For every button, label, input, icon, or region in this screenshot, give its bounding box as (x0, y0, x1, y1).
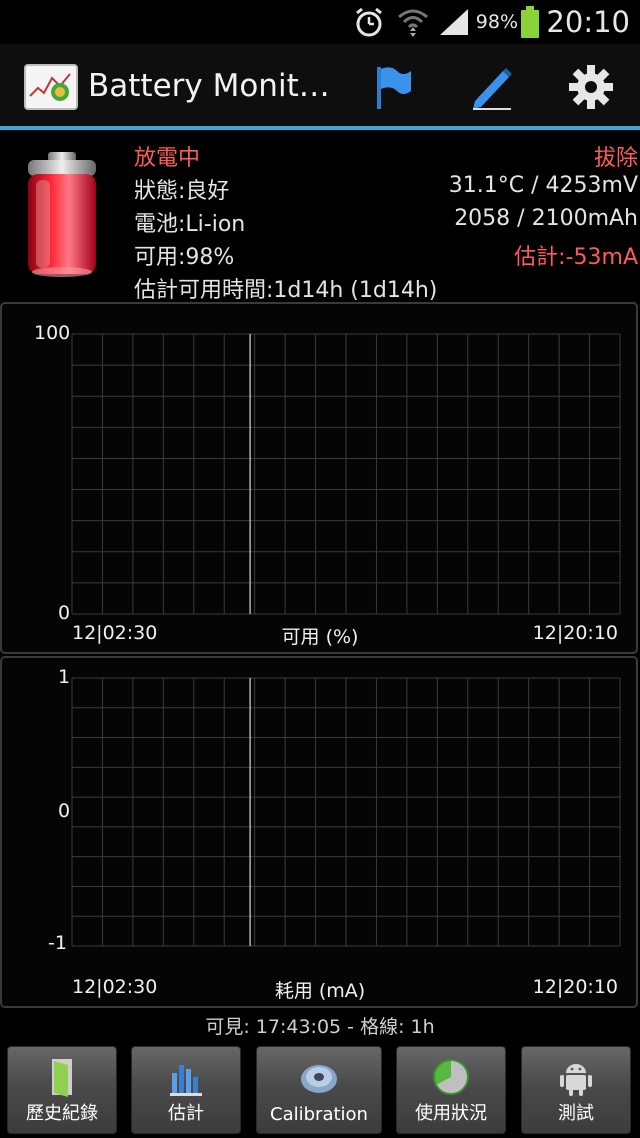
battery-info: 放電中 拔除 狀態:良好 31.1°C / 4253mV 電池:Li-ion 2… (0, 134, 640, 303)
usage-button[interactable]: 使用狀況 (396, 1046, 506, 1134)
temp-voltage: 31.1°C / 4253mV (448, 173, 638, 198)
app-logo-icon[interactable] (24, 64, 78, 110)
action-bar-divider (0, 126, 640, 130)
flag-icon (377, 67, 411, 109)
usage-pie-icon (433, 1059, 469, 1095)
available-chart (71, 333, 621, 615)
signal-icon (438, 0, 470, 44)
estimate-label: 估計 (168, 1103, 204, 1124)
test-label: 測試 (558, 1103, 594, 1124)
health-status: 狀態:良好 (134, 179, 230, 204)
history-button[interactable]: 歷史紀錄 (7, 1046, 117, 1134)
remaining-time: 估計可用時間:1d14h (1d14h) (134, 278, 438, 303)
estimate-current: 估計:-53mA (514, 245, 638, 270)
gear-icon (569, 65, 613, 109)
battery-large-icon (24, 152, 100, 280)
pen-icon (473, 68, 512, 110)
usage-label: 使用狀況 (415, 1103, 487, 1124)
chart2-y-mid-label: 0 (58, 800, 71, 822)
usage-chart (71, 677, 621, 947)
history-label: 歷史紀錄 (26, 1103, 98, 1124)
chart2-y-max-label: 1 (58, 666, 71, 688)
capacity: 2058 / 2100mAh (454, 206, 638, 231)
bottom-toolbar: 歷史紀錄 估計 Calibration 使用狀況 測試 (0, 1044, 640, 1138)
chart1-y-max-label: 100 (34, 322, 71, 344)
plug-state: 拔除 (593, 146, 638, 171)
battery-icon (520, 0, 540, 44)
estimate-button[interactable]: 估計 (131, 1046, 241, 1134)
door-icon (52, 1059, 72, 1097)
calibration-label: Calibration (270, 1104, 368, 1125)
available-percent: 可用:98% (134, 245, 235, 270)
app-title: Battery Monit… (88, 68, 330, 104)
calibration-button[interactable]: Calibration (256, 1046, 382, 1134)
flag-button[interactable] (364, 60, 418, 114)
settings-button[interactable] (564, 60, 618, 114)
test-button[interactable]: 測試 (521, 1046, 631, 1134)
chart2-x-end-label: 12|20:10 (532, 976, 618, 998)
available-chart-panel[interactable]: 100 0 12|02:30 可用 (%) 12|20:10 (0, 302, 638, 654)
wifi-icon (396, 0, 430, 44)
chart1-y-min-label: 0 (58, 602, 71, 624)
usage-chart-panel[interactable]: 1 0 -1 12|02:30 耗用 (mA) 12|20:10 (0, 656, 638, 1008)
estimate-bars-icon (170, 1065, 202, 1096)
alarm-icon (352, 0, 386, 44)
battery-type: 電池:Li-ion (134, 212, 246, 237)
status-bar: 98% 20:10 (0, 0, 640, 44)
action-bar: Battery Monit… (0, 44, 640, 130)
chart1-x-end-label: 12|20:10 (532, 622, 618, 644)
edit-button[interactable] (464, 60, 518, 114)
chart2-y-min-label: -1 (48, 932, 67, 954)
status-time: 20:10 (546, 5, 630, 39)
visible-range-text: 可見: 17:43:05 - 格線: 1h (205, 1016, 435, 1038)
calibration-disc-icon (301, 1065, 337, 1093)
android-icon (560, 1064, 592, 1096)
discharge-state: 放電中 (134, 146, 201, 171)
battery-percent: 98% (475, 11, 518, 33)
